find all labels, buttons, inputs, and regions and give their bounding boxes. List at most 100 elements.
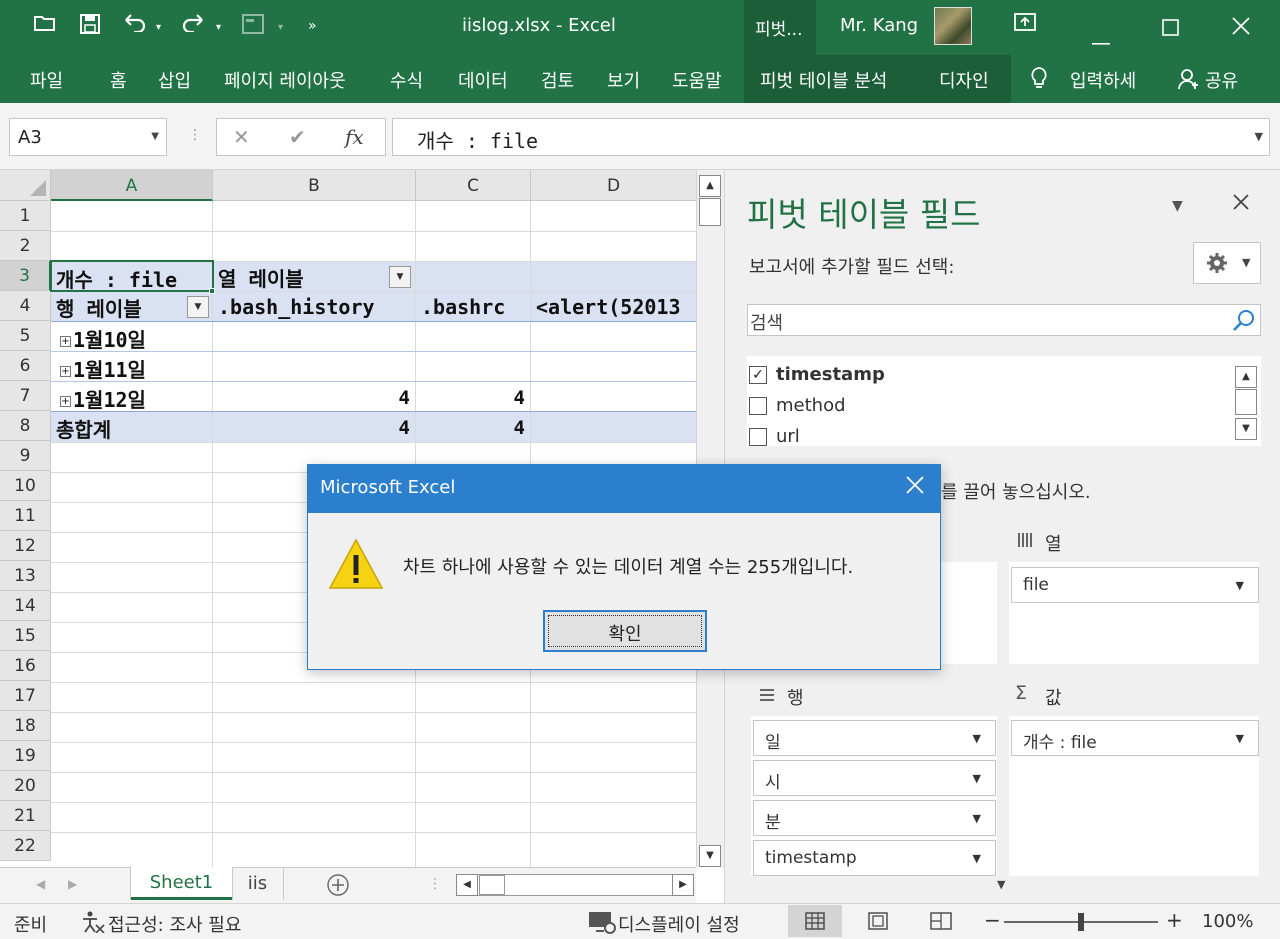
row-header-21[interactable]: 21 — [0, 801, 51, 831]
chevron-down-icon[interactable]: ▼ — [973, 812, 981, 825]
horizontal-scrollbar[interactable]: ◀ ▶ — [456, 874, 694, 896]
chevron-down-icon[interactable]: ▼ — [1236, 579, 1244, 592]
row-header-13[interactable]: 13 — [0, 561, 51, 591]
redo-icon[interactable] — [180, 14, 206, 37]
row-header-20[interactable]: 20 — [0, 771, 51, 801]
chevron-down-icon[interactable]: ▼ — [973, 852, 981, 865]
cell-b4[interactable]: .bash_history — [218, 295, 414, 319]
row-header-16[interactable]: 16 — [0, 651, 51, 681]
row-header-4[interactable]: 4 — [0, 291, 51, 321]
h-scroll-thumb[interactable] — [479, 875, 505, 895]
avatar[interactable] — [934, 7, 972, 45]
rows-item-hour[interactable]: 시 ▼ — [753, 760, 996, 796]
field-url[interactable]: url — [749, 426, 800, 447]
row-header-5[interactable]: 5 — [0, 321, 51, 351]
checkbox-icon[interactable] — [749, 428, 767, 446]
cancel-icon[interactable]: ✕ — [233, 125, 250, 149]
tab-file[interactable]: 파일 — [30, 67, 63, 93]
tab-insert[interactable]: 삽입 — [158, 67, 191, 93]
tools-button[interactable]: ▼ — [1193, 242, 1261, 284]
user-name[interactable]: Mr. Kang — [840, 15, 918, 36]
zoom-level[interactable]: 100% — [1202, 911, 1253, 932]
field-timestamp[interactable]: ✓ timestamp — [749, 364, 885, 385]
row-header-3[interactable]: 3 — [0, 261, 51, 291]
column-header-a[interactable]: A — [51, 170, 213, 201]
sheet-tab-sheet1[interactable]: Sheet1 — [131, 867, 232, 900]
normal-view-button[interactable] — [788, 905, 842, 937]
more-commands-icon[interactable]: » — [308, 18, 317, 34]
page-break-view-icon[interactable] — [930, 912, 952, 935]
columns-item-file[interactable]: file ▼ — [1011, 567, 1259, 603]
tab-data[interactable]: 데이터 — [458, 67, 508, 93]
enter-check-icon[interactable]: ✔ — [289, 125, 306, 149]
scroll-up-icon[interactable]: ▲ — [699, 175, 721, 197]
row-header-17[interactable]: 17 — [0, 681, 51, 711]
column-header-d[interactable]: D — [531, 170, 696, 201]
column-header-c[interactable]: C — [416, 170, 531, 201]
accessibility-icon[interactable] — [80, 911, 106, 938]
tab-design[interactable]: 디자인 — [939, 67, 989, 93]
field-method[interactable]: method — [749, 395, 846, 416]
field-list-scroll-thumb[interactable] — [1235, 389, 1257, 415]
checkbox-checked-icon[interactable]: ✓ — [749, 366, 767, 384]
fill-handle[interactable] — [209, 288, 215, 294]
tab-view[interactable]: 보기 — [607, 67, 640, 93]
chevron-down-icon[interactable]: ▼ — [151, 131, 159, 142]
cell-a5[interactable]: +1월10일 — [60, 324, 146, 353]
ok-button[interactable]: 확인 — [543, 610, 707, 652]
row-header-8[interactable]: 8 — [0, 411, 51, 441]
rows-item-timestamp[interactable]: timestamp ▼ — [753, 840, 996, 876]
field-list-scroll-down-icon[interactable]: ▼ — [1235, 418, 1257, 440]
tell-me-input[interactable]: 입력하세 — [1070, 67, 1136, 93]
scroll-down-icon[interactable]: ▼ — [699, 845, 721, 867]
cell-a4[interactable]: 행 레이블 — [56, 293, 142, 322]
display-settings-button[interactable]: 디스플레이 설정 — [618, 911, 740, 937]
row-header-7[interactable]: 7 — [0, 381, 51, 411]
save-icon[interactable] — [80, 14, 100, 39]
cell-b8[interactable]: 4 — [213, 417, 410, 439]
column-header-b[interactable]: B — [213, 170, 416, 201]
zoom-in-icon[interactable]: + — [1166, 908, 1183, 932]
cell-a3[interactable]: 개수 : file — [56, 264, 177, 293]
values-item-count-file[interactable]: 개수 : file ▼ — [1011, 720, 1259, 756]
cell-a7[interactable]: +1월12일 — [60, 384, 146, 413]
expand-formula-icon[interactable]: ▼ — [1255, 130, 1263, 143]
tab-home[interactable]: 홈 — [110, 67, 127, 93]
search-icon[interactable] — [1232, 308, 1256, 336]
select-all-corner[interactable] — [0, 170, 51, 201]
tab-formulas[interactable]: 수식 — [390, 67, 423, 93]
tab-splitter-icon[interactable]: ⋮ — [428, 876, 442, 892]
cell-a6[interactable]: +1월11일 — [60, 354, 146, 383]
chevron-down-icon[interactable]: ▼ — [973, 772, 981, 785]
zoom-slider-thumb[interactable] — [1078, 913, 1084, 931]
maximize-icon[interactable] — [1162, 17, 1179, 41]
row-header-15[interactable]: 15 — [0, 621, 51, 651]
next-sheet-icon[interactable]: ▶ — [68, 877, 77, 891]
cell-c8[interactable]: 4 — [416, 417, 525, 439]
chevron-down-icon[interactable]: ▼ — [1236, 732, 1244, 745]
pane-scroll-down-icon[interactable]: ▼ — [997, 878, 1005, 891]
expand-icon[interactable]: + — [60, 336, 71, 347]
column-label-filter-button[interactable]: ▼ — [389, 266, 411, 288]
row-header-22[interactable]: 22 — [0, 831, 51, 861]
cell-a8[interactable]: 총합계 — [56, 414, 111, 443]
tab-help[interactable]: 도움말 — [672, 67, 722, 93]
undo-icon[interactable] — [122, 14, 148, 37]
field-search-input[interactable]: 검색 — [747, 304, 1261, 336]
row-header-2[interactable]: 2 — [0, 231, 51, 261]
row-header-12[interactable]: 12 — [0, 531, 51, 561]
row-header-1[interactable]: 1 — [0, 201, 51, 231]
row-header-19[interactable]: 19 — [0, 741, 51, 771]
scroll-left-icon[interactable]: ◀ — [456, 874, 478, 896]
expand-icon[interactable]: + — [60, 366, 71, 377]
expand-icon[interactable]: + — [60, 396, 71, 407]
scroll-thumb[interactable] — [699, 198, 721, 226]
scroll-right-icon[interactable]: ▶ — [672, 874, 694, 896]
rows-item-minute[interactable]: 분 ▼ — [753, 800, 996, 836]
row-header-11[interactable]: 11 — [0, 501, 51, 531]
page-layout-view-icon[interactable] — [868, 912, 888, 935]
zoom-out-icon[interactable]: − — [984, 908, 1001, 932]
dialog-close-icon[interactable] — [906, 475, 924, 500]
drag-handle-icon[interactable]: ⋮ — [188, 127, 202, 143]
row-header-14[interactable]: 14 — [0, 591, 51, 621]
